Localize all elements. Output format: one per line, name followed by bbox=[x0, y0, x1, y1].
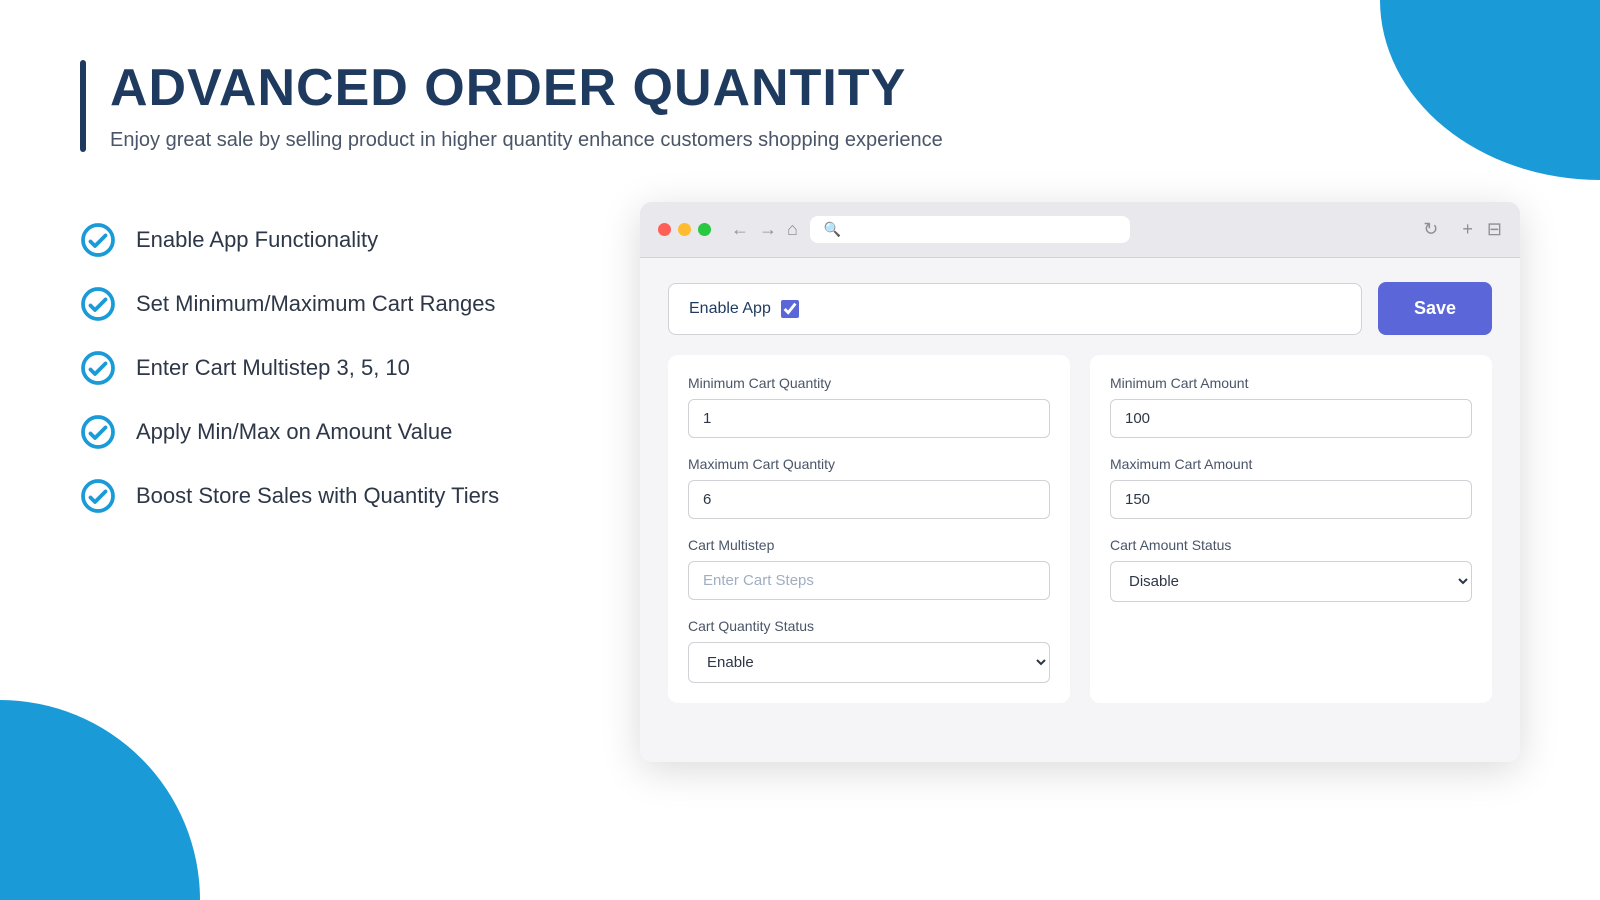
browser-address-bar[interactable]: 🔍 bbox=[810, 216, 1130, 243]
header-section: ADVANCED ORDER QUANTITY Enjoy great sale… bbox=[80, 60, 1520, 152]
amount-status-group: Cart Amount Status Enable Disable bbox=[1110, 537, 1472, 602]
qty-status-select[interactable]: Enable Disable bbox=[688, 642, 1050, 683]
nav-home-icon[interactable]: ⌂ bbox=[787, 219, 798, 240]
check-circle-icon bbox=[80, 414, 116, 450]
enable-app-field: Enable App bbox=[668, 283, 1362, 335]
amount-status-label: Cart Amount Status bbox=[1110, 537, 1472, 553]
browser-mockup: ← → ⌂ 🔍 ↻ + ⊟ Enable App bbox=[640, 202, 1520, 762]
max-qty-group: Maximum Cart Quantity bbox=[688, 456, 1050, 519]
features-list: Enable App Functionality Set Minimum/Max… bbox=[80, 202, 560, 514]
min-amount-label: Minimum Cart Amount bbox=[1110, 375, 1472, 391]
header-accent-bar bbox=[80, 60, 86, 152]
feature-item-2: Set Minimum/Maximum Cart Ranges bbox=[80, 286, 560, 322]
max-amount-group: Maximum Cart Amount bbox=[1110, 456, 1472, 519]
min-amount-input[interactable] bbox=[1110, 399, 1472, 438]
qty-status-label: Cart Quantity Status bbox=[688, 618, 1050, 634]
dot-green[interactable] bbox=[698, 223, 711, 236]
min-qty-group: Minimum Cart Quantity bbox=[688, 375, 1050, 438]
right-form-panel: Minimum Cart Amount Maximum Cart Amount … bbox=[1090, 355, 1492, 703]
header-text-block: ADVANCED ORDER QUANTITY Enjoy great sale… bbox=[110, 60, 943, 152]
check-circle-icon bbox=[80, 478, 116, 514]
min-qty-input[interactable] bbox=[688, 399, 1050, 438]
min-amount-group: Minimum Cart Amount bbox=[1110, 375, 1472, 438]
sidebar-icon[interactable]: ⊟ bbox=[1487, 219, 1502, 240]
page-title: ADVANCED ORDER QUANTITY bbox=[110, 60, 943, 117]
feature-item-4: Apply Min/Max on Amount Value bbox=[80, 414, 560, 450]
browser-action-buttons: + ⊟ bbox=[1462, 219, 1502, 240]
feature-item-1: Enable App Functionality bbox=[80, 222, 560, 258]
feature-item-3: Enter Cart Multistep 3, 5, 10 bbox=[80, 350, 560, 386]
browser-dots bbox=[658, 223, 711, 236]
save-button[interactable]: Save bbox=[1378, 282, 1492, 335]
enable-app-row: Enable App Save bbox=[668, 282, 1492, 335]
nav-back-icon[interactable]: ← bbox=[731, 219, 749, 240]
feature-text: Boost Store Sales with Quantity Tiers bbox=[136, 483, 499, 509]
left-form-panel: Minimum Cart Quantity Maximum Cart Quant… bbox=[668, 355, 1070, 703]
browser-content: Enable App Save Minimum Cart Quantity bbox=[640, 258, 1520, 727]
max-qty-input[interactable] bbox=[688, 480, 1050, 519]
multistep-label: Cart Multistep bbox=[688, 537, 1050, 553]
dot-red[interactable] bbox=[658, 223, 671, 236]
max-qty-label: Maximum Cart Quantity bbox=[688, 456, 1050, 472]
check-circle-icon bbox=[80, 286, 116, 322]
search-icon: 🔍 bbox=[824, 221, 841, 238]
multistep-input[interactable] bbox=[688, 561, 1050, 600]
feature-text: Enter Cart Multistep 3, 5, 10 bbox=[136, 355, 410, 381]
max-amount-input[interactable] bbox=[1110, 480, 1472, 519]
feature-item-5: Boost Store Sales with Quantity Tiers bbox=[80, 478, 560, 514]
feature-text: Enable App Functionality bbox=[136, 227, 378, 253]
amount-status-select[interactable]: Enable Disable bbox=[1110, 561, 1472, 602]
check-circle-icon bbox=[80, 222, 116, 258]
browser-toolbar: ← → ⌂ 🔍 ↻ + ⊟ bbox=[640, 202, 1520, 258]
enable-app-label: Enable App bbox=[689, 300, 771, 318]
feature-text: Set Minimum/Maximum Cart Ranges bbox=[136, 291, 495, 317]
multistep-group: Cart Multistep bbox=[688, 537, 1050, 600]
check-circle-icon bbox=[80, 350, 116, 386]
enable-app-checkbox[interactable] bbox=[781, 300, 799, 318]
form-grid: Minimum Cart Quantity Maximum Cart Quant… bbox=[668, 355, 1492, 703]
nav-forward-icon[interactable]: → bbox=[759, 219, 777, 240]
dot-yellow[interactable] bbox=[678, 223, 691, 236]
browser-nav: ← → ⌂ bbox=[731, 219, 798, 240]
add-tab-icon[interactable]: + bbox=[1462, 219, 1473, 240]
min-qty-label: Minimum Cart Quantity bbox=[688, 375, 1050, 391]
feature-text: Apply Min/Max on Amount Value bbox=[136, 419, 452, 445]
main-layout: Enable App Functionality Set Minimum/Max… bbox=[80, 202, 1520, 762]
page-subtitle: Enjoy great sale by selling product in h… bbox=[110, 129, 943, 152]
qty-status-group: Cart Quantity Status Enable Disable bbox=[688, 618, 1050, 683]
max-amount-label: Maximum Cart Amount bbox=[1110, 456, 1472, 472]
refresh-icon[interactable]: ↻ bbox=[1423, 219, 1438, 240]
